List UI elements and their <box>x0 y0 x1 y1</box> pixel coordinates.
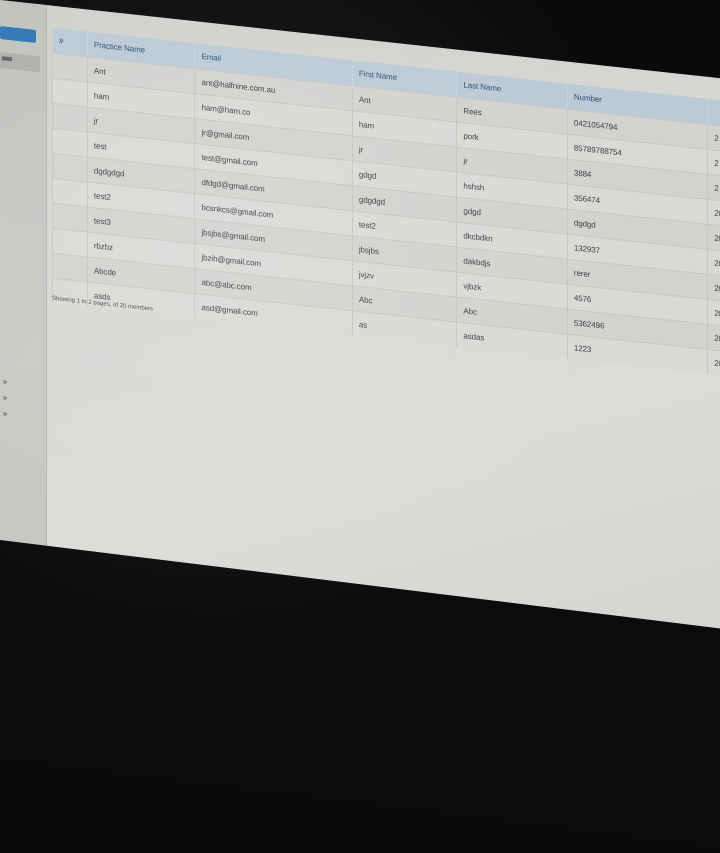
cell-id <box>53 228 88 257</box>
cell-id <box>53 103 88 132</box>
cell-id <box>53 128 88 157</box>
cell-id <box>53 178 88 207</box>
cell-id <box>53 203 88 232</box>
sidebar-dot <box>3 412 7 415</box>
breadcrumb <box>62 1 152 17</box>
cell-id <box>53 153 88 182</box>
members-table: # Practice Name Email First Name Last Na… <box>52 28 720 380</box>
sidebar-item-active[interactable] <box>0 26 36 43</box>
cell-id <box>53 253 88 282</box>
cell-date: 201 <box>708 349 720 379</box>
cell-id <box>53 78 88 107</box>
sidebar-dot <box>3 396 7 399</box>
sidebar-dot <box>3 380 7 383</box>
sidebar-item[interactable] <box>0 52 40 72</box>
cell-id <box>53 53 88 82</box>
column-header-id[interactable]: # <box>53 28 88 57</box>
